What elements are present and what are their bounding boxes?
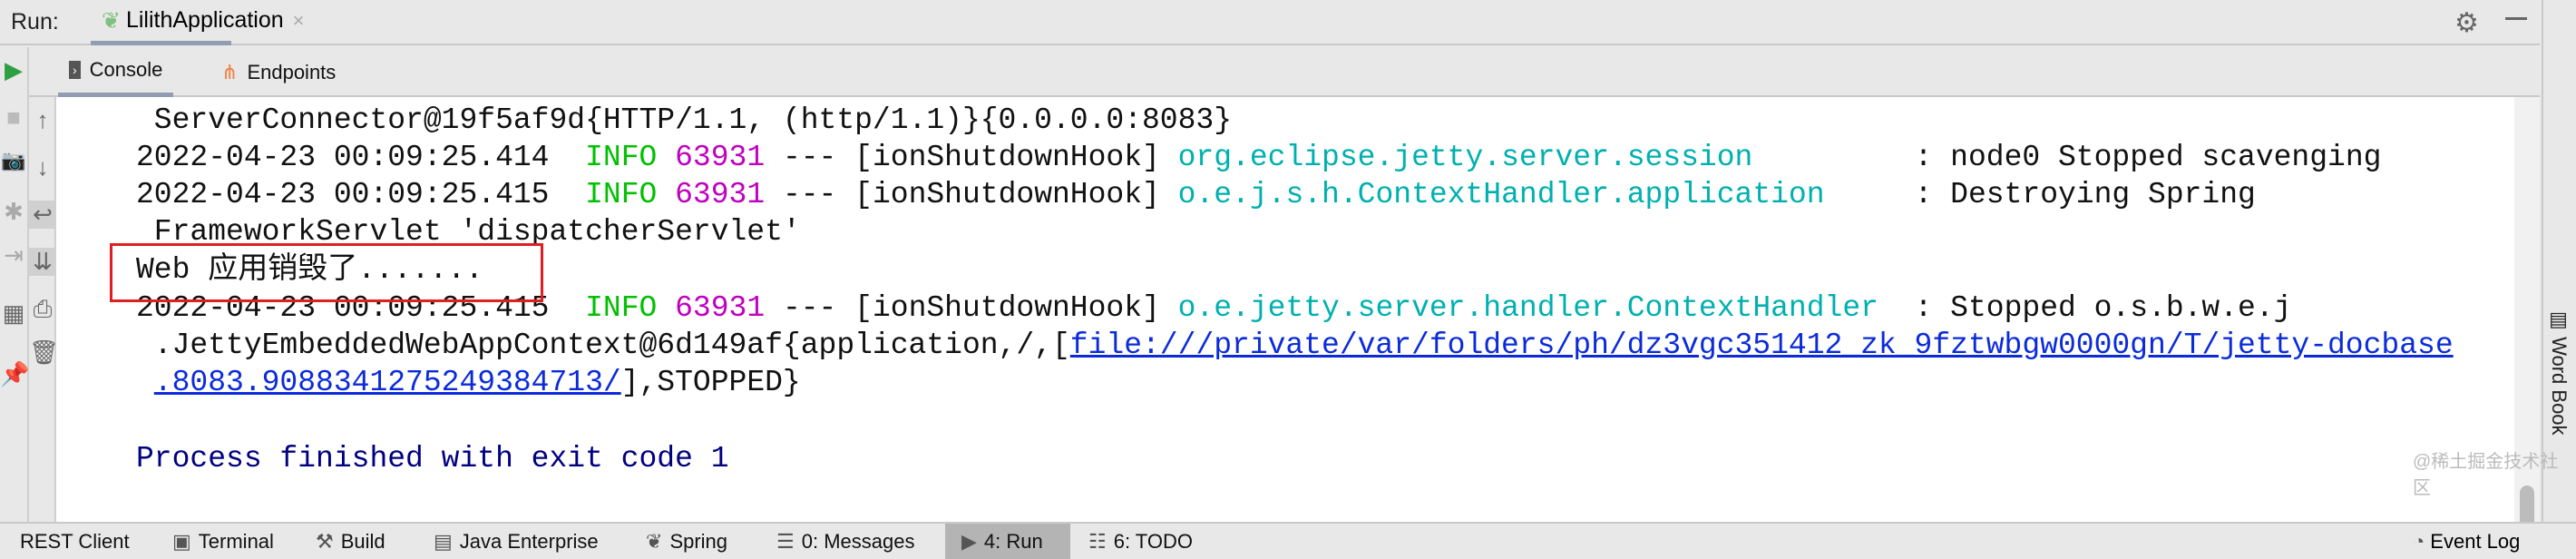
process-finished-line: Process finished with exit code 1: [136, 442, 729, 476]
trash-icon[interactable]: 🗑: [29, 338, 59, 367]
rerun-icon[interactable]: ▶: [0, 56, 27, 84]
tab-console-label: Console: [89, 58, 163, 81]
layout-icon[interactable]: ▦: [0, 299, 27, 328]
thread: --- [ionShutdownHook]: [765, 291, 1178, 325]
bottom-tab-rest-client[interactable]: REST Client: [9, 524, 141, 559]
spring-boot-icon: ❦: [102, 7, 121, 34]
console-toolbar: ↑ ↓ ↩ ⇊ ⎙ 🗑: [29, 97, 59, 522]
console-tabs: › Console ⋔ Endpoints: [29, 47, 2540, 97]
book-icon: ▤: [2548, 309, 2571, 338]
message: : node0 Stopped scavenging: [1896, 141, 2382, 174]
todo-icon: ☷: [1088, 529, 1107, 553]
tab-label: Java Enterprise: [459, 529, 599, 553]
log-line: 2022-04-23 00:09:25.415 INFO 63931 --- […: [136, 176, 2256, 213]
message: : Destroying Spring: [1896, 178, 2256, 211]
right-tool-stripe: ▤ Word Book: [2542, 0, 2576, 522]
bottom-tab-messages[interactable]: ☰ 0: Messages: [776, 524, 914, 559]
tab-lilith-application[interactable]: ❦ LilithApplication ×: [91, 0, 305, 45]
log-level: INFO: [585, 178, 658, 211]
file-link[interactable]: .8083.9088341275249384713/: [154, 366, 621, 399]
endpoints-icon: ⋔: [221, 60, 239, 83]
pid: 63931: [657, 141, 766, 174]
bottom-tab-build[interactable]: ⚒ Build: [316, 524, 385, 559]
log-line: 2022-04-23 00:09:25.414 INFO 63931 --- […: [136, 139, 2381, 176]
messages-icon: ☰: [776, 529, 795, 553]
run-label: Run:: [11, 9, 59, 34]
tab-label: Spring: [669, 529, 728, 553]
logger: o.e.j.s.h.ContextHandler.application: [1177, 178, 1897, 211]
log-line: .JettyEmbeddedWebAppContext@6d149af{appl…: [136, 327, 2454, 364]
bottom-tab-todo[interactable]: ☷ 6: TODO: [1088, 524, 1193, 559]
log-level: INFO: [585, 141, 658, 174]
arrow-down-icon[interactable]: ↓: [29, 153, 56, 181]
tab-label: 6: TODO: [1113, 529, 1193, 553]
tab-label: Build: [340, 529, 385, 553]
print-icon[interactable]: ⎙: [29, 295, 56, 324]
restore-layout-icon[interactable]: ⇥: [0, 241, 27, 270]
thread: --- [ionShutdownHook]: [765, 141, 1178, 174]
logger: org.eclipse.jetty.server.session: [1177, 141, 1897, 174]
log-line: .8083.9088341275249384713/],STOPPED}: [136, 364, 801, 401]
log-text: .JettyEmbeddedWebAppContext@6d149af{appl…: [136, 329, 1070, 362]
bottom-tab-java-enterprise[interactable]: ▤ Java Enterprise: [434, 524, 599, 559]
spring-icon: ❦: [646, 529, 663, 553]
bottom-tab-terminal[interactable]: ▣ Terminal: [172, 524, 274, 559]
minimize-icon[interactable]: [2505, 17, 2527, 20]
bottom-tab-spring[interactable]: ❦ Spring: [646, 524, 727, 559]
run-actions-toolbar: ▶ ■ 📷 ✱ ⇥ ▦ 📌: [0, 47, 29, 522]
pid: 63931: [657, 291, 766, 325]
close-icon[interactable]: ×: [293, 9, 305, 33]
bottom-tool-stripe: REST Client ▣ Terminal ⚒ Build ▤ Java Enter…: [0, 522, 2576, 559]
timestamp: 2022-04-23 00:09:25.414: [136, 141, 586, 174]
log-text: ],STOPPED}: [620, 366, 801, 399]
run-icon: ▶: [961, 529, 977, 553]
terminal-icon: ▣: [172, 529, 191, 553]
pin-icon[interactable]: 📌: [0, 360, 29, 388]
pid: 63931: [657, 178, 766, 211]
tab-label: 0: Messages: [801, 529, 915, 553]
arrow-up-icon[interactable]: ↑: [29, 106, 56, 134]
timestamp: 2022-04-23 00:09:25.415: [136, 178, 586, 211]
logger: o.e.jetty.server.handler.ContextHandler: [1177, 291, 1897, 325]
tab-title: LilithApplication: [125, 7, 284, 33]
word-book-button[interactable]: ▤ Word Book: [2547, 309, 2571, 436]
event-log-button[interactable]: ◔ Event Log: [2413, 524, 2520, 559]
highlight-box: [110, 243, 543, 302]
tab-label: 4: Run: [983, 529, 1043, 553]
java-ee-icon: ▤: [434, 529, 453, 553]
console-output[interactable]: ServerConnector@19f5af9d{HTTP/1.1, (http…: [56, 97, 2514, 522]
log-level: INFO: [585, 291, 658, 325]
camera-icon[interactable]: 📷: [0, 149, 27, 172]
log-line: ServerConnector@19f5af9d{HTTP/1.1, (http…: [136, 103, 1232, 137]
tab-label: REST Client: [20, 529, 130, 553]
run-toolwindow-header: Run: ❦ LilithApplication × ⚙: [0, 0, 2540, 45]
file-link[interactable]: file:///private/var/folders/ph/dz3vgc351…: [1070, 329, 2454, 362]
build-icon: ⚒: [316, 529, 334, 553]
scroll-to-end-icon[interactable]: ⇊: [29, 248, 56, 276]
watermark: @稀土掘金技术社区: [2413, 452, 2559, 498]
tab-console[interactable]: › Console: [58, 47, 174, 97]
message: : Stopped o.s.b.w.e.j: [1896, 291, 2292, 325]
gear-icon[interactable]: ⚙: [2454, 7, 2479, 39]
thread: --- [ionShutdownHook]: [765, 178, 1178, 211]
soft-wrap-icon[interactable]: ↩: [29, 201, 56, 229]
event-log-icon: ◔: [2413, 529, 2425, 553]
bottom-tab-run[interactable]: ▶ 4: Run: [945, 524, 1070, 559]
tab-endpoints-label: Endpoints: [247, 60, 337, 83]
tab-endpoints[interactable]: ⋔ Endpoints: [221, 47, 336, 97]
event-log-label: Event Log: [2430, 529, 2521, 553]
debug-icon[interactable]: ✱: [0, 198, 27, 226]
stop-icon[interactable]: ■: [0, 103, 27, 132]
tab-label: Terminal: [198, 529, 274, 553]
console-icon: ›: [69, 61, 81, 79]
word-book-label: Word Book: [2548, 337, 2571, 436]
